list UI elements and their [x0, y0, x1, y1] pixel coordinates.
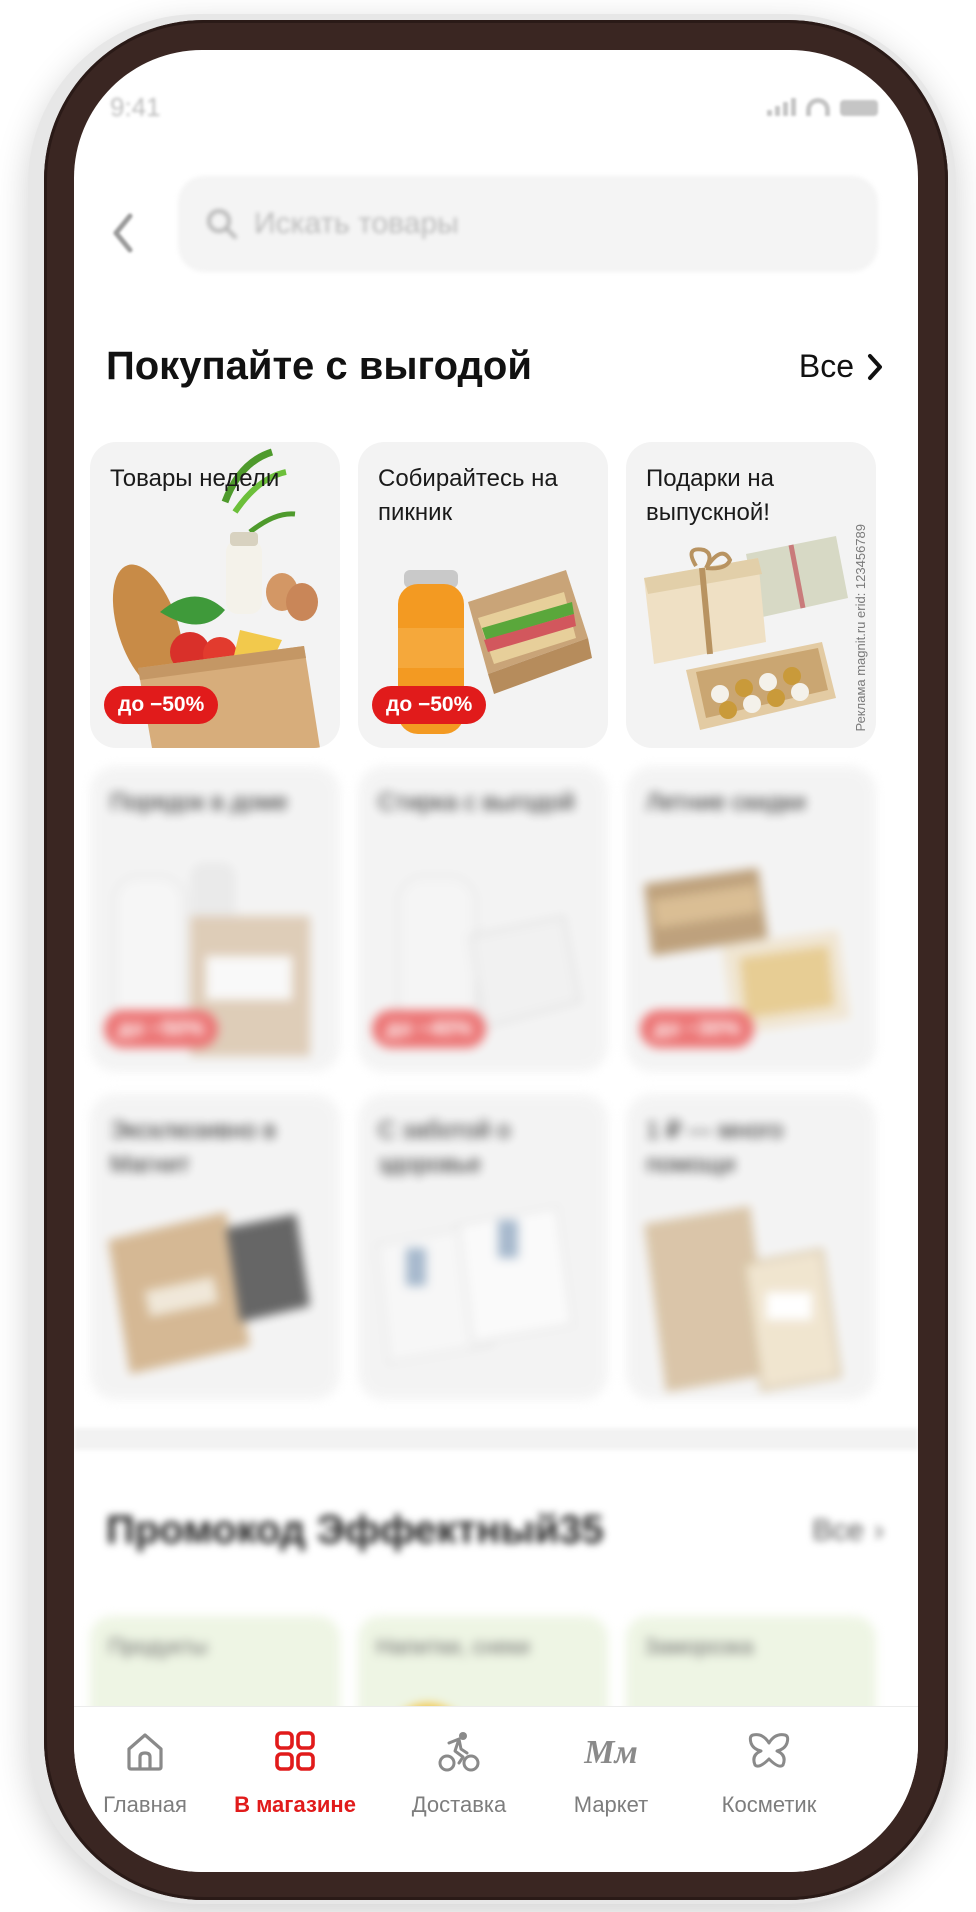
tab-label: Главная [103, 1792, 187, 1817]
tab-cosmetics[interactable]: Косметик [694, 1729, 844, 1818]
discount-badge: до −50% [104, 1010, 219, 1048]
promo-see-all-label: Все [812, 1514, 864, 1547]
section-divider [74, 1428, 918, 1450]
tab-home[interactable]: Главная [74, 1729, 220, 1818]
battery-icon [840, 100, 878, 116]
promo-tile-graduation-gifts[interactable]: Подарки на выпускной! Реклама magnit.ru … [626, 442, 876, 748]
search-input[interactable]: Искать товары [178, 176, 878, 272]
tile-label: 1 ₽ — много помощи [646, 1117, 784, 1178]
tile-label: Порядок в доме [110, 789, 288, 816]
app-screen: 9:41 Искать товары Покупайте с выгодой В… [74, 50, 918, 1872]
tab-label: Доставка [411, 1792, 507, 1817]
promo-category-label: Напитки, снеки [376, 1634, 530, 1659]
status-time: 9:41 [110, 92, 161, 122]
back-button[interactable] [104, 208, 144, 258]
status-bar: 9:41 [74, 50, 918, 170]
promo-tile-charity[interactable]: 1 ₽ — много помощи [626, 1094, 876, 1400]
search-placeholder: Искать товары [254, 207, 459, 240]
signal-icon [767, 98, 796, 116]
tab-in-store[interactable]: В магазине [220, 1729, 370, 1818]
bottom-tab-bar: Главная В магазине Доставка Мм Маркет Ко… [74, 1706, 918, 1872]
delivery-bike-icon [438, 1732, 480, 1772]
tile-label: Стирка с выгодой [378, 789, 575, 816]
tile-label: Товары недели [110, 465, 280, 492]
promo-tile-exclusive[interactable]: Эксклюзивно в Магнит [90, 1094, 340, 1400]
search-icon [207, 209, 237, 239]
see-all-label: Все [798, 348, 854, 384]
tile-label: Подарки на выпускной! [646, 465, 774, 526]
wifi-icon [806, 98, 830, 116]
tile-label: Летние скидки [646, 789, 806, 816]
butterfly-icon [748, 1733, 790, 1768]
chevron-right-icon [868, 353, 882, 380]
tile-label: С заботой о здоровье [378, 1117, 511, 1178]
promo-category-label: Продукты [108, 1634, 208, 1659]
promo-tile-picnic[interactable]: Собирайтесь на пикник до −50% [358, 442, 608, 748]
promo-section-title: Промокод Эффектный35 [106, 1508, 604, 1552]
discount-badge: до −50% [104, 686, 219, 724]
section-title: Покупайте с выгодой [106, 344, 532, 388]
tab-market[interactable]: Мм Маркет [536, 1729, 686, 1818]
tile-label: Собирайтесь на пикник [378, 465, 558, 526]
tile-label: Эксклюзивно в Магнит [110, 1117, 276, 1178]
tab-label: Косметик [721, 1792, 817, 1817]
discount-badge: до −50% [372, 686, 487, 724]
svg-text:Мм: Мм [583, 1734, 638, 1771]
promo-tile-summer-sale[interactable]: Летние скидки до −30% [626, 766, 876, 1072]
discount-badge: до −30% [640, 1010, 755, 1048]
chevron-left-icon [113, 213, 133, 253]
promo-see-all-button[interactable]: Все › [812, 1514, 884, 1548]
discount-badge: до −40% [372, 1010, 487, 1048]
promo-tile-weekly-deals[interactable]: Товары недели до −50% [90, 442, 340, 748]
ad-marking: Реклама magnit.ru erid: 123456789 [853, 524, 868, 732]
status-icons [767, 98, 878, 116]
chevron-right-icon: › [874, 1514, 884, 1547]
home-icon [127, 1733, 163, 1771]
market-logo-icon: Мм [583, 1734, 638, 1771]
promo-category-label: Заморозка [644, 1634, 754, 1659]
tab-label: В магазине [234, 1792, 356, 1817]
tab-delivery[interactable]: Доставка [384, 1729, 534, 1818]
tab-label: Маркет [573, 1792, 649, 1817]
promo-tile-health[interactable]: С заботой о здоровье [358, 1094, 608, 1400]
promo-tile-home-order[interactable]: Порядок в доме до −50% [90, 766, 340, 1072]
see-all-button[interactable]: Все [799, 348, 884, 385]
promo-tile-laundry[interactable]: Стирка с выгодой до −40% [358, 766, 608, 1072]
store-grid-icon [275, 1731, 315, 1771]
